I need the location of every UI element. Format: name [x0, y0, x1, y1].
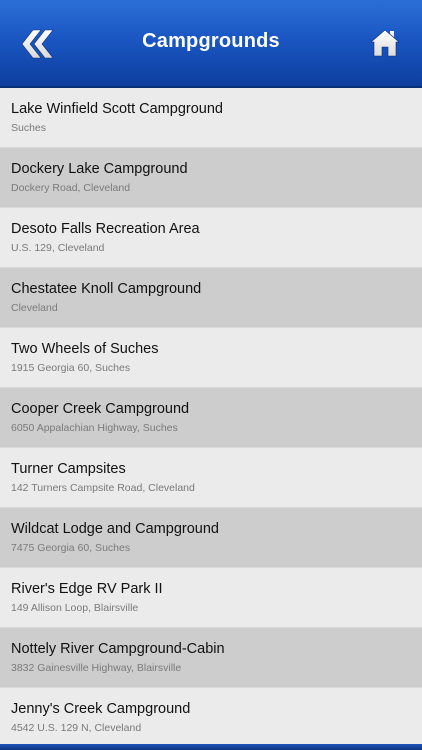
- campground-name: Lake Winfield Scott Campground: [11, 101, 223, 117]
- home-button[interactable]: [370, 28, 400, 58]
- navigation-bar: Campgrounds: [0, 0, 422, 88]
- list-item[interactable]: Two Wheels of Suches 1915 Georgia 60, Suc…: [0, 328, 422, 388]
- list-item[interactable]: Jenny's Creek Campground 4542 U.S. 129 N,…: [0, 688, 422, 744]
- app-screen: Campgrounds Lake Winfield Scott Campgrou…: [0, 0, 422, 750]
- list-item[interactable]: Dockery Lake Campground Dockery Road, Cle…: [0, 148, 422, 208]
- campground-name: Wildcat Lodge and Campground: [11, 521, 219, 537]
- campground-list[interactable]: Lake Winfield Scott Campground Suches Dock…: [0, 88, 422, 744]
- list-item[interactable]: Wildcat Lodge and Campground 7475 Georgia…: [0, 508, 422, 568]
- page-title: Campgrounds: [142, 30, 280, 52]
- campground-address: Dockery Road, Cleveland: [11, 182, 131, 194]
- list-item[interactable]: Desoto Falls Recreation Area U.S. 129, Cl…: [0, 208, 422, 268]
- campground-address: 3832 Gainesville Highway, Blairsville: [11, 662, 182, 674]
- campground-name: Desoto Falls Recreation Area: [11, 221, 200, 237]
- list-item[interactable]: River's Edge RV Park II 149 Allison Loop,…: [0, 568, 422, 628]
- campground-name: Chestatee Knoll Campground: [11, 281, 202, 297]
- list-item[interactable]: Chestatee Knoll Campground Cleveland: [0, 268, 422, 328]
- list-item[interactable]: Cooper Creek Campground 6050 Appalachian …: [0, 388, 422, 448]
- campground-name: Dockery Lake Campground: [11, 161, 188, 177]
- campground-address: 149 Allison Loop, Blairsville: [11, 602, 139, 614]
- campground-name: River's Edge RV Park II: [11, 581, 163, 597]
- campground-address: 142 Turners Campsite Road, Cleveland: [11, 482, 195, 494]
- campground-address: Suches: [11, 122, 47, 134]
- campground-name: Nottely River Campground-Cabin: [11, 641, 225, 657]
- list-item[interactable]: Nottely River Campground-Cabin 3832 Gaine…: [0, 628, 422, 688]
- list-item[interactable]: Turner Campsites 142 Turners Campsite Roa…: [0, 448, 422, 508]
- campground-address: 1915 Georgia 60, Suches: [11, 362, 131, 374]
- campground-address: Cleveland: [11, 302, 58, 314]
- campground-address: 6050 Appalachian Highway, Suches: [11, 422, 178, 434]
- campground-address: U.S. 129, Cleveland: [11, 242, 105, 254]
- campground-name: Jenny's Creek Campground: [11, 701, 191, 717]
- campground-name: Turner Campsites: [11, 461, 126, 477]
- list-item[interactable]: Lake Winfield Scott Campground Suches: [0, 88, 422, 148]
- campground-address: 4542 U.S. 129 N, Cleveland: [11, 722, 142, 734]
- campground-name: Cooper Creek Campground: [11, 401, 190, 417]
- bottom-bar: [0, 744, 422, 750]
- home-icon: [370, 29, 400, 57]
- campground-name: Two Wheels of Suches: [11, 341, 159, 357]
- campground-address: 7475 Georgia 60, Suches: [11, 542, 131, 554]
